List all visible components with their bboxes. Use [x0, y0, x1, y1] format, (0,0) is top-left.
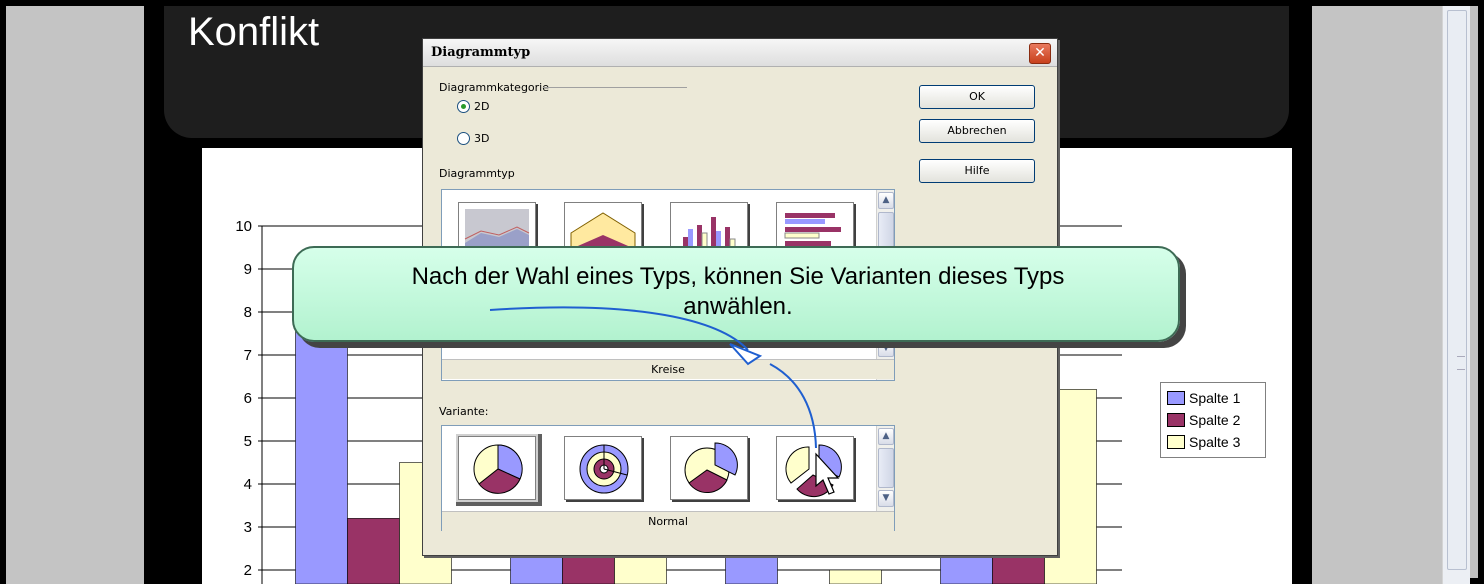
slide-title: Konflikt: [188, 10, 320, 54]
radio-3d-button[interactable]: [457, 132, 470, 145]
variant-group-label: Variante:: [439, 405, 489, 418]
pie-normal-icon[interactable]: [458, 436, 536, 500]
y-tick-label: 2: [244, 562, 252, 579]
tutorial-callout: Nach der Wahl eines Typs, können Sie Var…: [292, 246, 1180, 342]
legend-item: Spalte 3: [1167, 431, 1259, 453]
variant-list-scroll-thumb[interactable]: [878, 448, 894, 488]
close-button[interactable]: ✕: [1029, 43, 1051, 64]
y-tick-label: 5: [244, 433, 252, 450]
radio-3d-label: 3D: [474, 132, 490, 145]
help-button[interactable]: Hilfe: [919, 159, 1035, 183]
chart-legend: Spalte 1 Spalte 2 Spalte 3: [1160, 382, 1266, 458]
scroll-up-icon[interactable]: ▲: [878, 192, 894, 209]
type-caption: Kreise: [442, 359, 894, 379]
y-tick-label: 10: [235, 218, 252, 235]
group-divider: [543, 87, 687, 88]
right-margin: [1312, 6, 1442, 584]
y-tick-label: 7: [244, 347, 252, 364]
y-tick-label: 9: [244, 261, 252, 278]
scrollbar-grip-icon: [1457, 356, 1465, 370]
radio-2d[interactable]: 2D: [457, 100, 489, 113]
category-group-label: Diagrammkategorie: [439, 81, 549, 94]
dialog-title: Diagrammtyp: [431, 45, 531, 60]
bar: [510, 552, 563, 584]
bar: [347, 518, 400, 584]
scroll-down-icon[interactable]: ▼: [878, 490, 894, 507]
scroll-down-icon[interactable]: ▼: [878, 340, 894, 357]
radio-2d-label: 2D: [474, 100, 490, 113]
y-tick-label: 3: [244, 519, 252, 536]
legend-swatch: [1167, 435, 1185, 449]
radio-2d-button[interactable]: [457, 100, 470, 113]
ring-chart-icon[interactable]: [564, 436, 642, 500]
pie-offset-icon[interactable]: [670, 436, 748, 500]
close-icon: ✕: [1034, 45, 1046, 61]
legend-swatch: [1167, 391, 1185, 405]
ok-button[interactable]: OK: [919, 85, 1035, 109]
cancel-button[interactable]: Abbrechen: [919, 119, 1035, 143]
scrollbar-thumb[interactable]: [1447, 10, 1467, 570]
scroll-up-icon[interactable]: ▲: [878, 428, 894, 445]
legend-swatch: [1167, 413, 1185, 427]
dialog-titlebar[interactable]: Diagrammtyp ✕: [423, 39, 1057, 67]
y-tick-label: 8: [244, 304, 252, 321]
callout-line-2: anwählen.: [683, 293, 793, 320]
left-margin: [6, 6, 144, 584]
radio-3d[interactable]: 3D: [457, 132, 489, 145]
legend-item: Spalte 1: [1167, 387, 1259, 409]
vertical-scrollbar[interactable]: [1442, 6, 1470, 584]
y-tick-label: 4: [244, 476, 252, 493]
callout-line-1: Nach der Wahl eines Typs, können Sie Var…: [411, 263, 1065, 290]
y-tick-label: 6: [244, 390, 252, 407]
type-group-label: Diagrammtyp: [439, 167, 515, 180]
pie-exploded-icon[interactable]: [776, 436, 854, 500]
legend-item: Spalte 2: [1167, 409, 1259, 431]
callout-text: Nach der Wahl eines Typs, können Sie Var…: [294, 262, 1182, 322]
legend-label: Spalte 2: [1189, 412, 1241, 428]
bar: [829, 569, 882, 584]
legend-label: Spalte 3: [1189, 434, 1241, 450]
legend-label: Spalte 1: [1189, 390, 1241, 406]
variant-caption: Normal: [442, 511, 894, 531]
